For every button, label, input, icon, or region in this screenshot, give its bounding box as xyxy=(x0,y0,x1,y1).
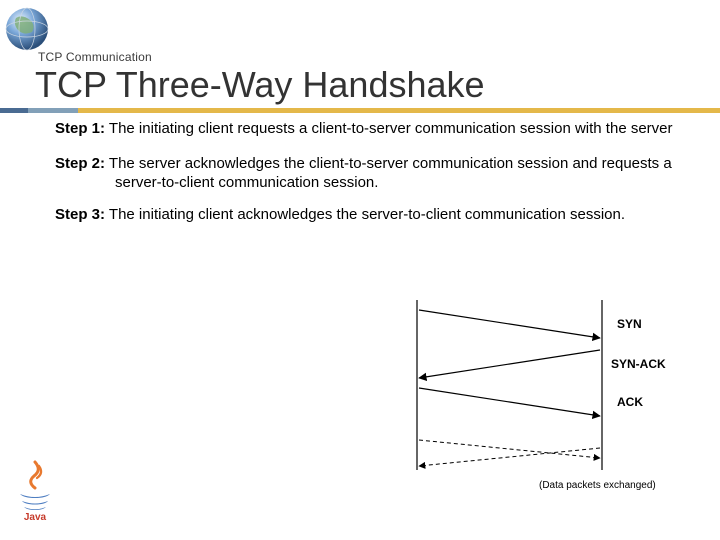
breadcrumb: TCP Communication xyxy=(38,50,152,64)
step-1: Step 1: The initiating client requests a… xyxy=(55,120,675,139)
page-title: TCP Three-Way Handshake xyxy=(35,64,485,106)
step-2-label: Step 2: xyxy=(55,155,105,172)
step-3-label: Step 3: xyxy=(55,206,105,223)
diagram-label-ack: ACK xyxy=(617,395,643,409)
diagram-label-syn: SYN xyxy=(617,317,642,331)
java-icon: Java xyxy=(12,460,58,522)
step-3: Step 3: The initiating client acknowledg… xyxy=(55,206,675,225)
title-underline xyxy=(0,108,720,113)
svg-text:Java: Java xyxy=(24,512,47,522)
step-1-text: The initiating client requests a client-… xyxy=(109,120,673,137)
top-bar xyxy=(0,0,720,36)
step-2-text: The server acknowledges the client-to-se… xyxy=(109,155,672,191)
handshake-diagram: SYN SYN-ACK ACK (Data packets exchanged) xyxy=(407,300,672,500)
step-1-label: Step 1: xyxy=(55,120,105,137)
diagram-footer: (Data packets exchanged) xyxy=(539,480,656,491)
body-text: Step 1: The initiating client requests a… xyxy=(55,120,675,239)
step-2: Step 2: The server acknowledges the clie… xyxy=(55,155,675,193)
globe-icon xyxy=(2,4,52,54)
diagram-label-synack: SYN-ACK xyxy=(611,357,666,371)
step-3-text: The initiating client acknowledges the s… xyxy=(109,206,625,223)
